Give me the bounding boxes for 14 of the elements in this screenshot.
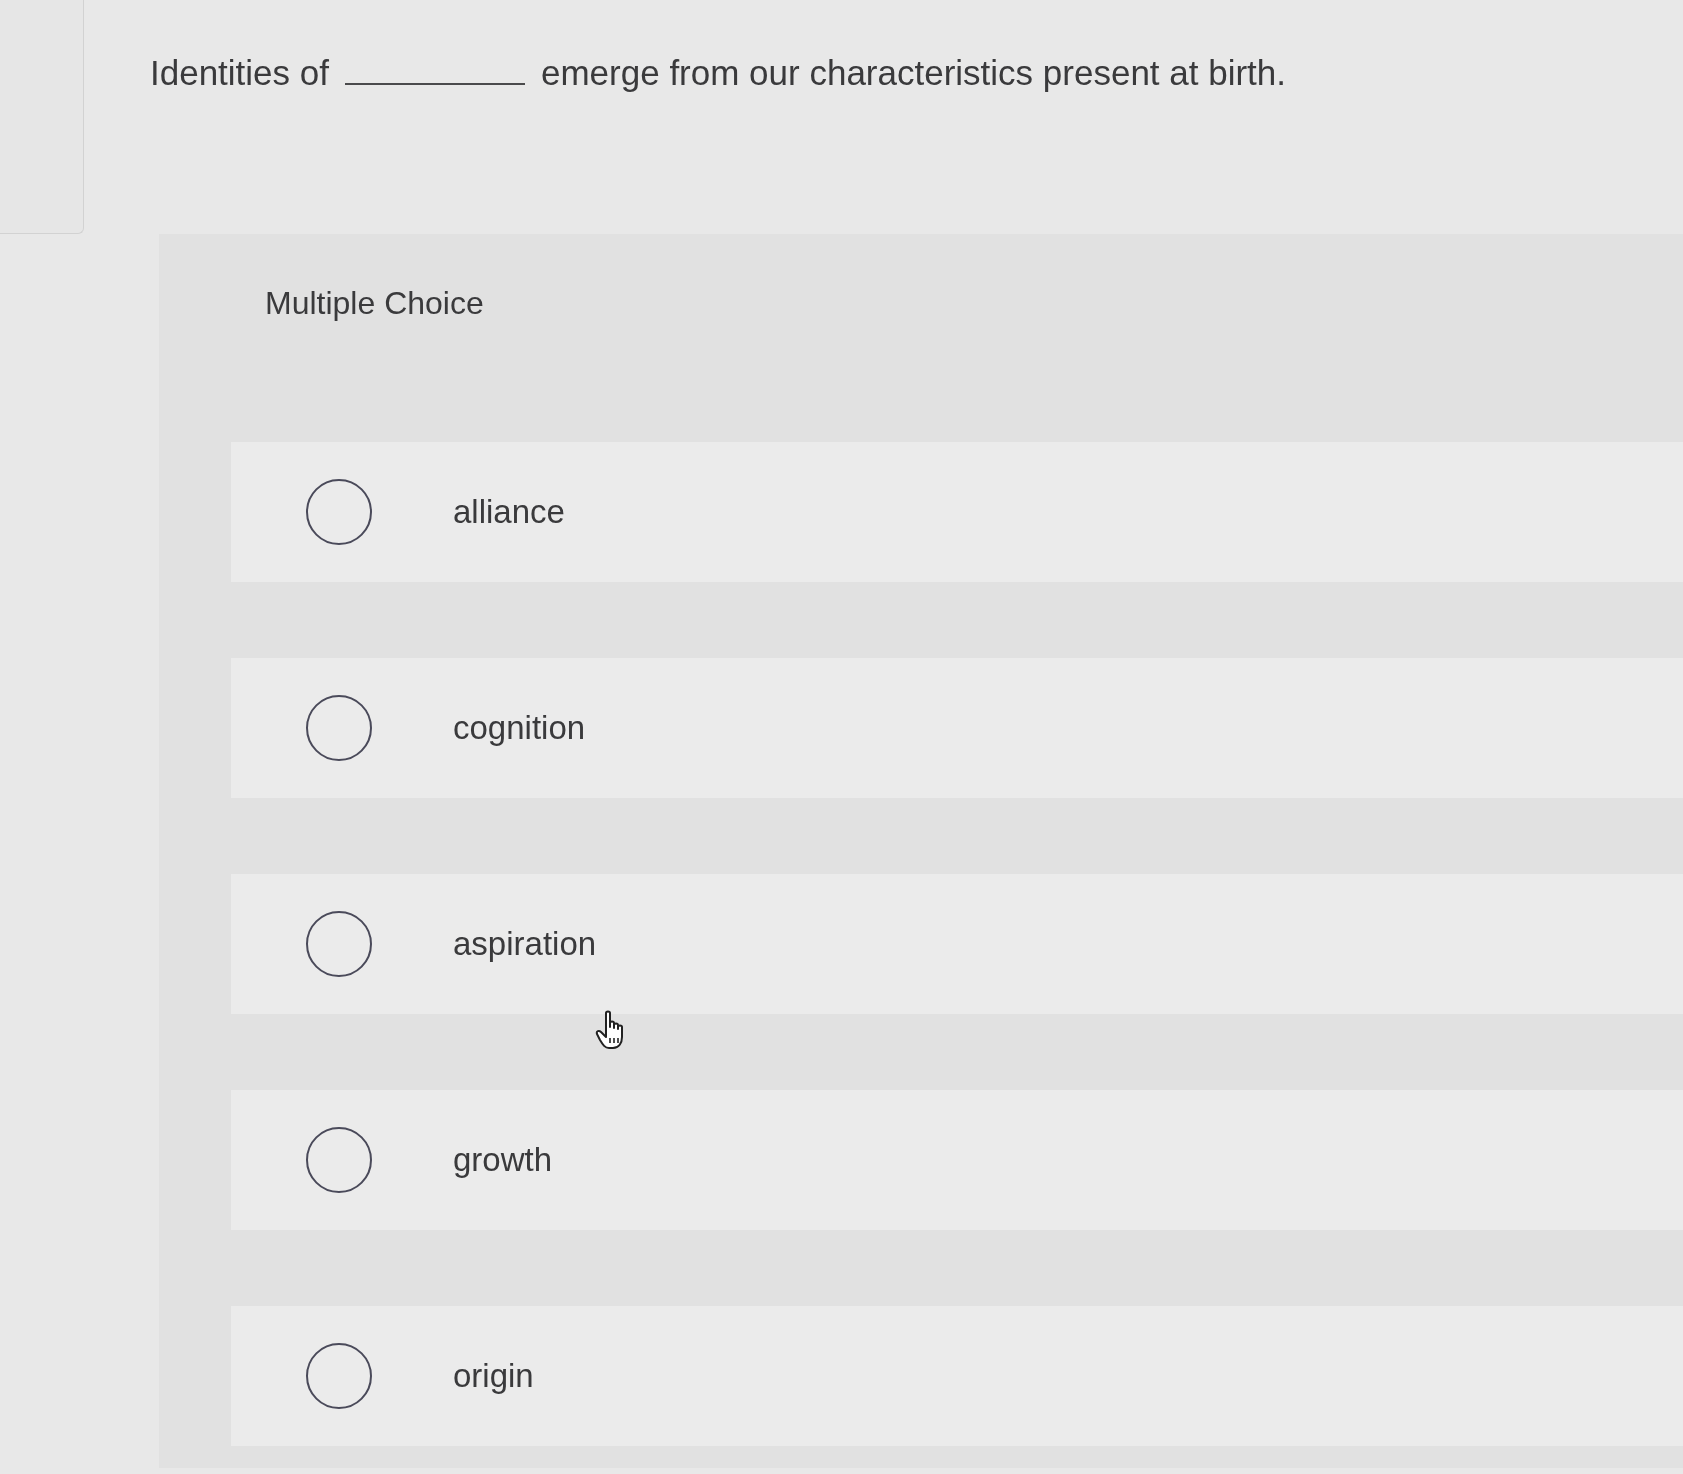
question-text: emerge from our characteristics present at birth. (541, 52, 1286, 94)
radio-button[interactable] (306, 1343, 372, 1409)
radio-button[interactable] (306, 911, 372, 977)
option-label[interactable]: aspiration (453, 924, 597, 964)
radio-button[interactable] (306, 1127, 372, 1193)
option-label[interactable]: growth (453, 1140, 553, 1180)
option-label[interactable]: cognition (453, 708, 586, 748)
radio-button[interactable] (306, 479, 372, 545)
question-text: Identities of (150, 52, 329, 94)
fill-in-line[interactable] (345, 81, 525, 85)
radio-button[interactable] (306, 695, 372, 761)
panel-title: Multiple Choice (265, 284, 485, 322)
option-label[interactable]: alliance (453, 492, 565, 532)
option-label[interactable]: origin (453, 1356, 534, 1396)
